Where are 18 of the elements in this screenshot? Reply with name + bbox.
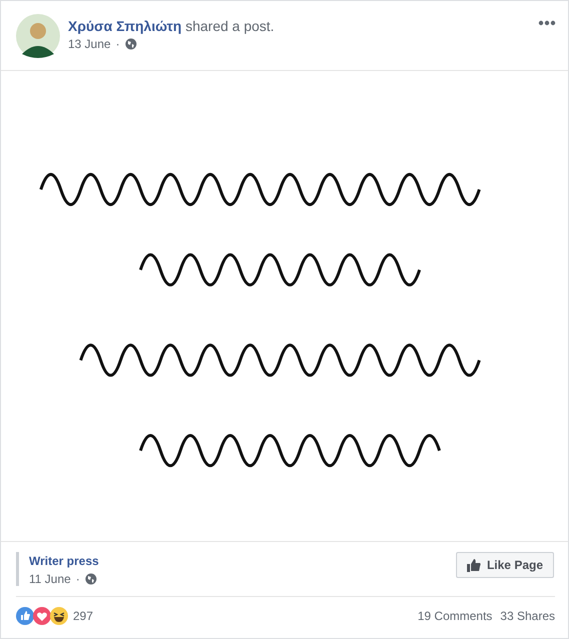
shared-date[interactable]: 11 June	[29, 572, 71, 586]
like-reaction-icon[interactable]	[16, 607, 34, 625]
post-action: shared a post.	[185, 18, 274, 34]
shares-link[interactable]: 33 Shares	[500, 609, 555, 623]
comments-link[interactable]: 19 Comments	[418, 609, 492, 623]
separator: ·	[76, 572, 80, 586]
author-link[interactable]: Χρύσα Σπηλιώτη	[68, 18, 182, 34]
page-link[interactable]: Writer press	[29, 554, 99, 568]
separator: ·	[116, 37, 120, 51]
avatar[interactable]	[16, 14, 60, 58]
globe-icon	[124, 38, 137, 50]
post-date[interactable]: 13 June	[68, 37, 111, 51]
like-page-button[interactable]: Like Page	[456, 552, 554, 578]
reaction-count[interactable]: 297	[73, 609, 94, 623]
globe-icon	[84, 573, 97, 585]
more-icon[interactable]	[538, 20, 556, 26]
thumbs-up-icon	[466, 558, 481, 572]
laughing-reaction-icon[interactable]	[50, 607, 68, 625]
